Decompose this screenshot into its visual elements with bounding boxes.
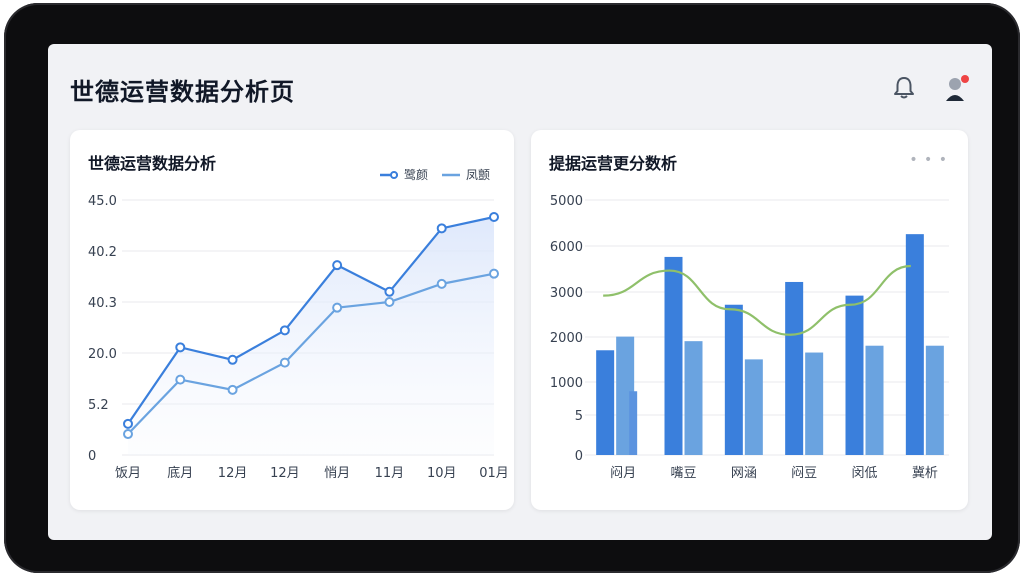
data-point	[279, 357, 290, 368]
x-tick-label: 11月	[375, 466, 405, 481]
bar	[629, 391, 638, 455]
y-tick-label: 3000	[550, 286, 583, 301]
bar	[596, 350, 615, 455]
y-tick-label: 0	[575, 449, 583, 464]
x-tick-label: 网涵	[731, 466, 757, 481]
x-tick-label: 01月	[479, 466, 509, 481]
data-point	[332, 302, 343, 313]
bar	[925, 345, 944, 455]
y-tick-label: 2000	[550, 331, 583, 346]
y-tick-label: 1000	[550, 376, 583, 391]
bar	[724, 304, 743, 455]
bar	[744, 359, 763, 455]
x-tick-label: 底月	[167, 465, 193, 481]
x-tick-label: 嘴豆	[670, 466, 696, 481]
avatar-icon[interactable]	[942, 74, 970, 102]
data-point	[227, 354, 238, 365]
y-tick-label: 40.2	[88, 245, 117, 260]
x-tick-label: 冀析	[912, 465, 938, 481]
data-point	[123, 418, 133, 429]
y-tick-label: 40.3	[88, 296, 117, 311]
bar-chart: 5000 6000 3000 2000 1000 5 0 闷月 嘴豆 网涵 闷豆 闵低 冀析	[550, 194, 949, 481]
line-chart: 45.0 40.2 40.3 20.0 5.2 0 饭月 底月 12月 12月 悄月 11月 10月 01…	[88, 167, 509, 481]
x-tick-label: 12月	[218, 466, 248, 481]
data-point	[332, 260, 343, 271]
y-tick-label: 6000	[550, 240, 583, 255]
y-tick-label: 20.0	[88, 347, 117, 362]
data-point	[436, 278, 447, 289]
legend-label: 凤颤	[466, 168, 490, 182]
data-point	[384, 297, 395, 307]
x-tick-label: 闵低	[851, 466, 877, 481]
data-point	[123, 429, 133, 440]
bar	[845, 295, 864, 455]
x-tick-label: 12月	[270, 466, 300, 481]
bar	[684, 341, 703, 455]
x-tick-label: 闷月	[610, 466, 636, 481]
bar	[664, 256, 683, 455]
data-point	[436, 223, 447, 234]
data-point	[227, 384, 238, 395]
data-point	[279, 325, 290, 336]
legend-marker	[390, 171, 398, 179]
y-tick-label: 5	[575, 409, 583, 424]
bar-chart-card: 提据运营更分数析 • • • 5000 6000 3000 2000 1000 5 0 闷月嘴…	[531, 130, 968, 510]
data-point	[175, 342, 186, 353]
y-tick-label: 5000	[550, 194, 583, 209]
bar	[785, 281, 804, 455]
bar	[805, 352, 824, 455]
bell-icon[interactable]	[890, 74, 918, 102]
data-point	[384, 286, 395, 297]
x-tick-label: 闷豆	[791, 466, 817, 481]
data-point	[175, 374, 186, 385]
data-point	[489, 268, 499, 279]
data-point	[489, 212, 499, 222]
dashboard-screen: 世德运营数据分析页 世德运营数据分析 45.0 40.2 40.3 20.0 5.2 0 饭…	[48, 44, 992, 540]
y-tick-label: 45.0	[88, 194, 117, 209]
bar	[905, 234, 924, 455]
y-tick-label: 5.2	[88, 398, 109, 413]
line-chart-card: 世德运营数据分析 45.0 40.2 40.3 20.0 5.2 0 饭月 底月 12月 12月悄…	[70, 130, 514, 510]
x-tick-label: 10月	[427, 466, 457, 481]
tablet-frame: 世德运营数据分析页 世德运营数据分析 45.0 40.2 40.3 20.0 5.2 0 饭…	[4, 3, 1020, 573]
y-tick-label: 0	[88, 449, 96, 464]
bar	[865, 345, 884, 455]
x-tick-label: 悄月	[324, 466, 350, 481]
notification-dot	[961, 75, 969, 83]
x-tick-label: 饭月	[115, 466, 141, 481]
legend-label: 鹭颜	[404, 167, 428, 182]
page-title: 世德运营数据分析页	[70, 78, 295, 106]
trend-line	[603, 264, 911, 336]
